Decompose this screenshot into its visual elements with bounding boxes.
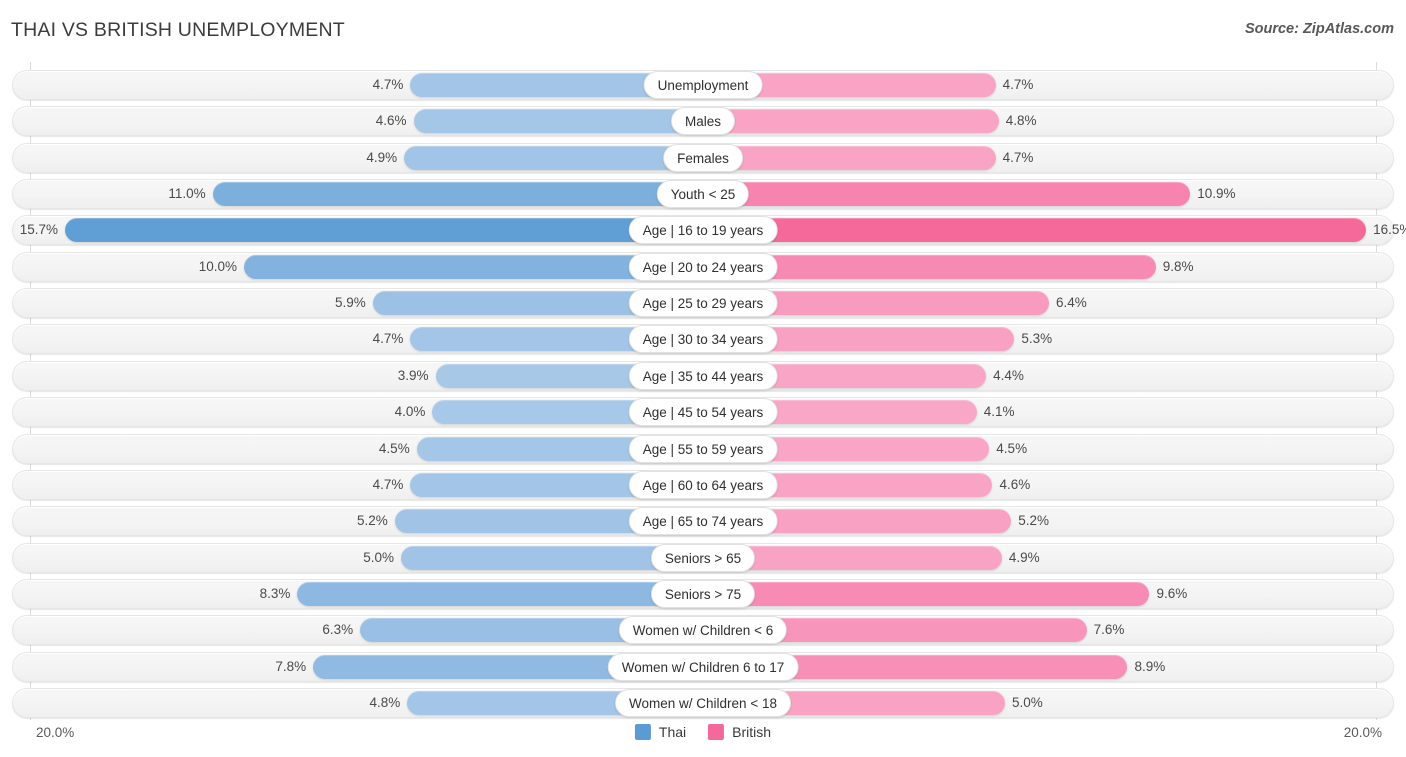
chart-header: THAI VS BRITISH UNEMPLOYMENT Source: Zip…: [0, 0, 1406, 62]
chart-footer: 20.0% 20.0% Thai British: [0, 718, 1406, 757]
bar-british[interactable]: [703, 145, 996, 170]
category-label: Females: [663, 143, 743, 172]
chart-row: 4.7% 4.7% Unemployment: [12, 70, 1394, 100]
value-label-thai: 3.9%: [397, 367, 429, 383]
value-label-british: 10.9%: [1197, 186, 1236, 202]
bar-british[interactable]: [703, 218, 1367, 243]
category-label: Age | 30 to 34 years: [628, 325, 778, 354]
value-label-british: 4.9%: [1008, 549, 1040, 565]
chart-row: 4.7% 4.6% Age | 60 to 64 years: [12, 469, 1394, 500]
value-label-thai: 4.7%: [372, 77, 404, 92]
value-label-thai: 5.0%: [363, 549, 394, 565]
value-label-british: 4.7%: [1002, 149, 1034, 165]
value-label-thai: 4.9%: [366, 149, 398, 165]
chart-row: 10.0% 9.8% Age | 20 to 24 years: [12, 251, 1394, 282]
value-label-thai: 5.2%: [356, 513, 388, 529]
axis-max-right: 20.0%: [1343, 725, 1382, 740]
category-label: Age | 35 to 44 years: [628, 361, 778, 390]
bar-british[interactable]: [703, 182, 1191, 207]
source-attribution: Source: ZipAtlas.com: [1244, 21, 1394, 37]
value-label-thai: 4.5%: [378, 440, 410, 456]
value-label-thai: 15.7%: [19, 222, 59, 238]
value-label-british: 5.2%: [1018, 513, 1050, 529]
bar-thai[interactable]: [413, 109, 703, 134]
chart-row: 4.7% 5.3% Age | 30 to 34 years: [12, 324, 1394, 355]
chart-row: 4.6% 4.8% Males: [12, 106, 1394, 137]
legend-label: British: [732, 724, 772, 740]
chart-row: 3.9% 4.4% Age | 35 to 44 years: [12, 360, 1394, 391]
category-label: Youth < 25: [656, 180, 750, 209]
category-label: Seniors > 65: [650, 543, 756, 572]
chart-row: 4.0% 4.1% Age | 45 to 54 years: [12, 397, 1394, 428]
bar-british[interactable]: [703, 581, 1150, 606]
category-label: Seniors > 75: [650, 579, 756, 608]
bar-british[interactable]: [703, 109, 999, 134]
value-label-british: 5.0%: [1012, 694, 1043, 710]
legend-item[interactable]: Thai: [634, 724, 687, 740]
legend-swatch-icon: [708, 724, 725, 740]
category-label: Age | 16 to 19 years: [628, 216, 778, 245]
value-label-british: 7.6%: [1093, 622, 1125, 638]
chart-row: 4.5% 4.5% Age | 55 to 59 years: [12, 433, 1394, 464]
chart-row: 4.8% 5.0% Women w/ Children < 18: [12, 687, 1394, 718]
value-label-thai: 10.0%: [198, 258, 237, 274]
value-label-british: 9.6%: [1156, 585, 1188, 601]
category-label: Age | 60 to 64 years: [628, 470, 778, 499]
value-label-british: 16.5%: [1373, 222, 1406, 238]
value-label-british: 4.5%: [996, 440, 1028, 456]
value-label-thai: 8.3%: [259, 585, 291, 601]
page-title: THAI VS BRITISH UNEMPLOYMENT: [11, 19, 345, 41]
value-label-british: 4.8%: [1005, 113, 1037, 129]
category-label: Women w/ Children < 18: [615, 688, 791, 717]
category-label: Women w/ Children < 6: [618, 616, 788, 645]
category-label: Age | 20 to 24 years: [628, 252, 778, 281]
value-label-thai: 4.0%: [394, 404, 426, 420]
chart-row: 5.2% 5.2% Age | 65 to 74 years: [12, 506, 1394, 537]
chart-row: 15.7% 16.5% Age | 16 to 19 years: [12, 215, 1406, 246]
bar-thai[interactable]: [65, 218, 703, 243]
value-label-thai: 5.9%: [334, 295, 366, 311]
legend-label: Thai: [658, 724, 687, 740]
chart-row: 4.9% 4.7% Females: [12, 142, 1394, 173]
chart-legend: Thai British: [634, 724, 771, 740]
value-label-british: 4.6%: [999, 476, 1031, 492]
value-label-british: 4.1%: [983, 404, 1015, 420]
value-label-thai: 7.8%: [275, 658, 307, 674]
chart-row: 6.3% 7.6% Women w/ Children < 6: [12, 615, 1394, 646]
value-label-british: 9.8%: [1162, 258, 1194, 274]
bar-thai[interactable]: [297, 581, 703, 606]
category-label: Age | 45 to 54 years: [628, 398, 778, 427]
value-label-thai: 6.3%: [322, 622, 354, 638]
category-label: Age | 55 to 59 years: [628, 434, 778, 463]
value-label-british: 5.3%: [1021, 331, 1053, 347]
value-label-thai: 4.8%: [369, 694, 401, 710]
value-label-british: 4.7%: [1002, 77, 1034, 92]
chart-row: 8.3% 9.6% Seniors > 75: [12, 578, 1394, 609]
value-label-thai: 4.7%: [372, 331, 404, 347]
chart-row: 7.8% 8.9% Women w/ Children 6 to 17: [12, 651, 1394, 682]
value-label-british: 4.4%: [993, 367, 1024, 383]
bar-thai[interactable]: [212, 182, 703, 207]
chart-row: 11.0% 10.9% Youth < 25: [12, 179, 1394, 210]
category-label: Age | 65 to 74 years: [628, 507, 778, 536]
category-label: Unemployment: [643, 71, 763, 99]
value-label-thai: 4.7%: [372, 476, 404, 492]
legend-item[interactable]: British: [708, 724, 771, 740]
value-label-british: 8.9%: [1134, 658, 1166, 674]
chart-row: 5.9% 6.4% Age | 25 to 29 years: [12, 288, 1394, 319]
value-label-thai: 11.0%: [168, 186, 206, 202]
chart-row: 5.0% 4.9% Seniors > 65: [12, 542, 1394, 573]
category-label: Males: [670, 107, 736, 136]
axis-max-left: 20.0%: [36, 725, 75, 740]
category-label: Women w/ Children 6 to 17: [607, 652, 799, 681]
legend-swatch-icon: [634, 724, 651, 740]
category-label: Age | 25 to 29 years: [628, 289, 778, 318]
bar-thai[interactable]: [404, 145, 703, 170]
value-label-thai: 4.6%: [375, 113, 407, 129]
value-label-british: 6.4%: [1055, 295, 1087, 311]
chart-plot-area: 4.7% 4.7% Unemployment 4.6% 4.8% Males 4.9% 4.7…: [0, 62, 1406, 720]
chart-rows: 4.7% 4.7% Unemployment 4.6% 4.8% Males 4.9% 4.7…: [0, 62, 1406, 720]
